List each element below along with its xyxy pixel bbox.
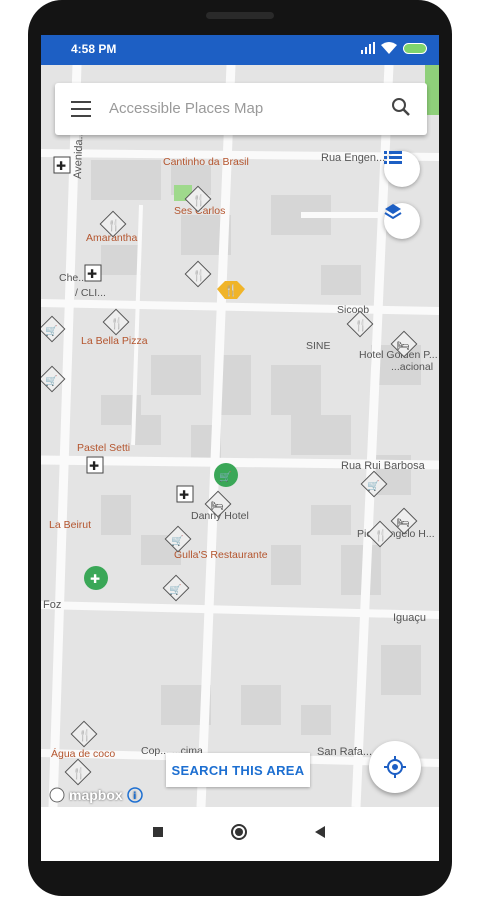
svg-text:✚: ✚	[89, 459, 99, 473]
svg-text:🛒: 🛒	[367, 479, 379, 492]
phone-frame: 4:58 PM Cantinho da Brasil Ses Carlos Am…	[28, 0, 452, 896]
svg-text:🛒: 🛒	[45, 324, 57, 337]
status-icons	[361, 42, 427, 54]
recents-icon[interactable]	[151, 825, 165, 839]
info-icon[interactable]: i	[126, 787, 143, 803]
road-label: Iguaçu	[393, 612, 426, 624]
place-label: La Beirut	[49, 519, 91, 531]
svg-text:i: i	[133, 791, 136, 802]
place-label: Água de coco	[51, 747, 115, 760]
svg-text:🍴: 🍴	[374, 529, 388, 542]
place-label: ...acional	[391, 361, 433, 373]
marker-health-icon[interactable]: ✚	[84, 264, 102, 282]
marker-health-green-icon[interactable]: ✚	[84, 566, 108, 590]
place-label: Sicoob	[337, 304, 369, 316]
marker-health-icon[interactable]: ✚	[176, 485, 194, 503]
place-label: Cantinho da Brasil	[163, 156, 249, 168]
svg-text:🍴: 🍴	[224, 284, 238, 297]
svg-text:🍴: 🍴	[110, 317, 124, 330]
marker-health-icon[interactable]: ✚	[86, 456, 104, 474]
signal-icon	[361, 42, 375, 54]
place-label: Che...	[59, 272, 87, 284]
screen: 4:58 PM Cantinho da Brasil Ses Carlos Am…	[41, 35, 439, 861]
svg-text:✚: ✚	[87, 267, 97, 281]
back-icon[interactable]	[313, 825, 327, 839]
road-label: Rua Rui Barbosa	[341, 460, 426, 472]
place-label: / CLI...	[75, 287, 106, 299]
svg-text:🛏: 🛏	[211, 501, 224, 512]
road-label: Foz	[43, 599, 61, 611]
svg-text:🍴: 🍴	[78, 729, 92, 742]
svg-text:🛏: 🛏	[397, 341, 410, 352]
svg-text:🍴: 🍴	[192, 269, 206, 282]
svg-text:🛏: 🛏	[397, 518, 410, 529]
road-label: Rua Engen...	[321, 152, 385, 164]
svg-text:🛒: 🛒	[219, 470, 231, 483]
svg-text:✚: ✚	[179, 488, 189, 502]
marker-cart-green-icon[interactable]: 🛒	[214, 463, 238, 487]
mapbox-brand: mapbox	[69, 787, 123, 803]
place-label: SINE	[306, 340, 331, 352]
menu-icon[interactable]	[71, 101, 91, 117]
map-canvas[interactable]: Cantinho da Brasil Ses Carlos Amarantha …	[41, 65, 439, 807]
place-label: La Bella Pizza	[81, 335, 148, 347]
home-icon[interactable]	[230, 823, 248, 841]
wifi-icon	[381, 42, 397, 54]
status-time: 4:58 PM	[71, 42, 117, 56]
search-this-area-button[interactable]: SEARCH THIS AREA	[166, 753, 310, 787]
road-label: San Rafa...	[317, 746, 372, 758]
mapbox-attribution: mapbox i	[49, 787, 143, 803]
svg-text:🛒: 🛒	[171, 534, 183, 547]
svg-text:🛒: 🛒	[169, 583, 181, 596]
battery-icon	[403, 42, 427, 54]
svg-text:🍴: 🍴	[72, 767, 86, 780]
svg-text:🍴: 🍴	[354, 319, 368, 332]
place-label: Gulla'S Restaurante	[174, 549, 268, 561]
my-location-button[interactable]	[369, 741, 421, 793]
search-input[interactable]: Accessible Places Map	[109, 100, 263, 117]
road-label: Avenida...	[72, 130, 86, 179]
phone-speaker	[206, 12, 274, 19]
marker-health-icon[interactable]: ✚	[53, 156, 71, 174]
status-bar: 4:58 PM	[41, 35, 439, 65]
list-icon	[384, 151, 402, 164]
layers-icon	[384, 204, 402, 220]
list-view-button[interactable]	[384, 151, 420, 187]
search-icon[interactable]	[391, 97, 411, 117]
search-bar[interactable]: Accessible Places Map	[55, 83, 427, 135]
mapbox-logo-icon	[49, 787, 65, 803]
map-view[interactable]: Cantinho da Brasil Ses Carlos Amarantha …	[41, 65, 439, 807]
place-label: Pastel Setti	[77, 442, 130, 454]
svg-text:🍴: 🍴	[107, 219, 121, 232]
svg-text:🛒: 🛒	[45, 374, 57, 387]
layers-button[interactable]	[384, 203, 420, 239]
svg-text:✚: ✚	[56, 159, 66, 173]
svg-text:✚: ✚	[90, 572, 100, 586]
android-nav-bar	[41, 807, 439, 861]
svg-text:🍴: 🍴	[192, 194, 206, 207]
crosshair-icon	[384, 756, 406, 778]
